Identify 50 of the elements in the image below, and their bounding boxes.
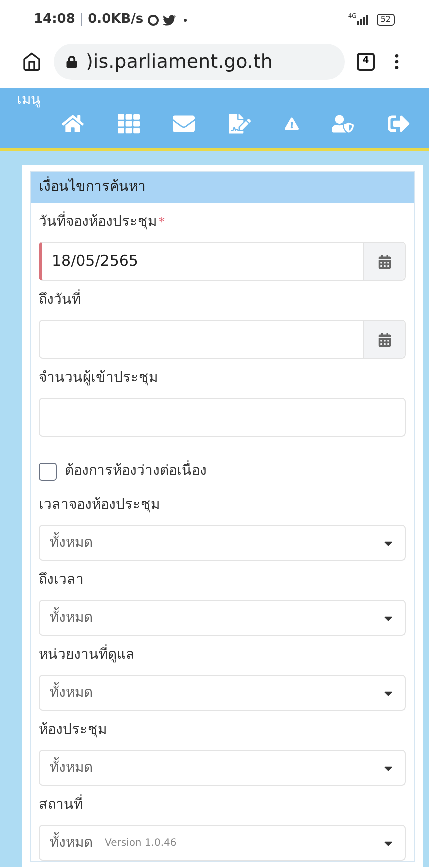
lock-icon (66, 56, 78, 68)
checkbox[interactable] (39, 462, 57, 480)
status-time: 14:08 (34, 11, 76, 30)
battery-icon: 52 (376, 14, 395, 26)
required-mark: * (159, 214, 165, 231)
select-value: ทั้งหมด (50, 682, 93, 704)
field-label: ถึงเวลา (39, 571, 84, 590)
field-label: เวลาจองห้องประชุม (39, 496, 160, 515)
user-shield-icon[interactable] (332, 113, 354, 135)
panel-title: เงื่อนไขการค้นหา (31, 172, 414, 203)
select-field[interactable]: ทั้งหมด (39, 600, 406, 636)
calendar-icon (378, 254, 392, 268)
field-value: 18/05/2565 (52, 251, 138, 272)
calendar-button[interactable] (363, 243, 405, 280)
select-field[interactable]: ทั้งหมด Version 1.0.46 (39, 825, 406, 861)
date-field[interactable]: 18/05/2565 (39, 242, 406, 281)
status-separator: | (79, 11, 84, 30)
select-value: ทั้งหมด (50, 608, 93, 628)
url-text: )is.parliament.go.th (86, 50, 273, 75)
bird-icon (162, 14, 176, 26)
field-label: ถึงวันที่ (39, 290, 81, 311)
signal-icon (356, 15, 369, 25)
calendar-button[interactable] (363, 321, 405, 358)
date-field[interactable] (39, 320, 406, 359)
tab-count[interactable]: 4 (357, 53, 375, 71)
url-bar[interactable]: )is.parliament.go.th (54, 44, 345, 80)
select-value: ทั้งหมด (50, 532, 93, 554)
select-field[interactable]: ทั้งหมด (39, 750, 406, 786)
home-icon[interactable] (22, 52, 42, 72)
location-icon (148, 14, 159, 26)
field-label: จำนวนผู้เข้าประชุม (39, 369, 158, 388)
logout-icon[interactable] (388, 113, 410, 135)
select-value: ทั้งหมด (50, 832, 93, 854)
grid-icon[interactable] (118, 113, 140, 135)
select-field[interactable]: ทั้งหมด (39, 675, 406, 711)
version-text: Version 1.0.46 (105, 836, 177, 850)
select-field[interactable]: ทั้งหมด (39, 525, 406, 561)
field-label: ห้องประชุม (39, 721, 107, 740)
network-speed: 0.0KB/s (88, 11, 144, 30)
field-label: วันที่จองห้องประชุม (39, 212, 157, 233)
document-pen-icon[interactable] (228, 113, 251, 135)
field-label: สถานที่ (39, 795, 83, 816)
menu-title: เมนู (17, 91, 42, 110)
mail-icon[interactable] (173, 113, 196, 135)
input-field[interactable] (39, 398, 406, 437)
field-label: หน่วยงานที่ดูแล (39, 645, 135, 666)
warning-icon[interactable] (284, 117, 299, 131)
select-value: ทั้งหมด (50, 758, 93, 778)
checkbox-label: ต้องการห้องว่างต่อเนื่อง (65, 461, 207, 482)
calendar-icon (378, 332, 392, 346)
